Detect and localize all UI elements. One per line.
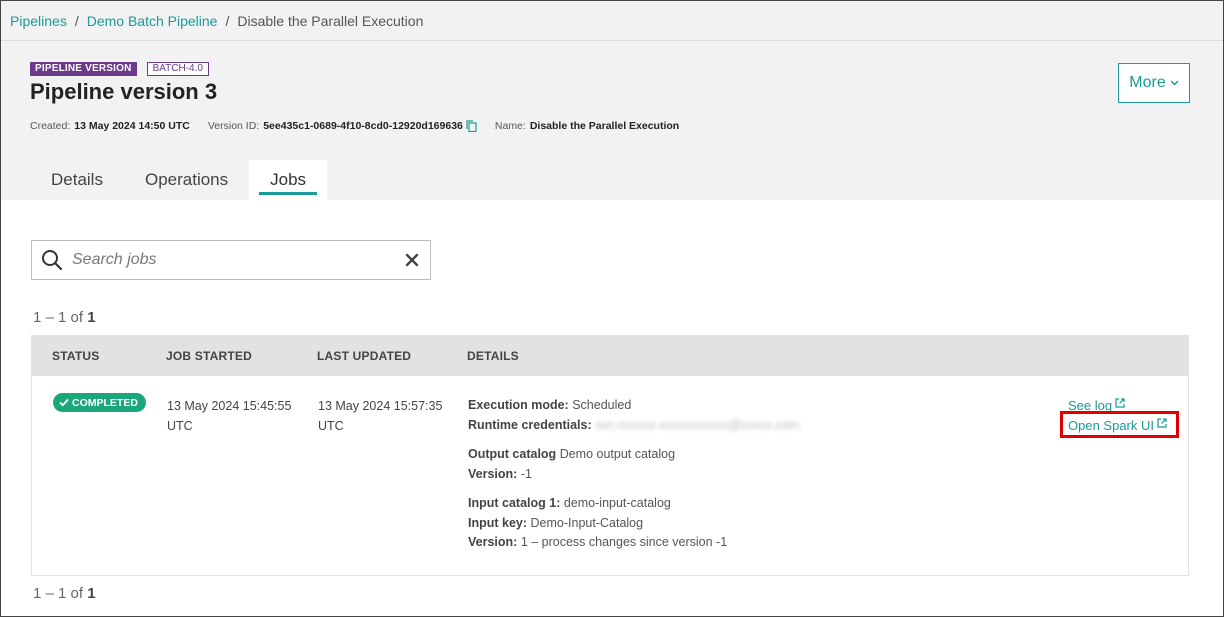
input-version-value: 1 – process changes since version -1 — [520, 535, 728, 549]
version-id-value: 5ee435c1-0689-4f10-8cd0-12920d169636 — [263, 120, 463, 132]
page-title: Pipeline version 3 — [30, 79, 218, 104]
search-box — [31, 240, 431, 280]
tab-bar: Details Operations Jobs — [30, 160, 328, 200]
column-header-job-started[interactable]: JOB STARTED — [166, 349, 252, 363]
external-link-icon — [1157, 418, 1167, 428]
see-log-label: See log — [1068, 398, 1113, 413]
breadcrumb-link-demo-batch-pipeline[interactable]: Demo Batch Pipeline — [87, 13, 218, 29]
copy-icon[interactable] — [466, 120, 477, 132]
see-log-link[interactable]: See log — [1068, 396, 1167, 416]
input-catalog-line: Input catalog 1: demo-input-catalog — [468, 494, 799, 514]
breadcrumb-separator: / — [225, 12, 230, 29]
pagination-summary-top: 1 – 1 of 1 — [33, 309, 96, 326]
input-version-label: Version: — [468, 535, 518, 549]
column-header-status[interactable]: STATUS — [52, 349, 99, 363]
pipeline-version-badge: PIPELINE VERSION — [30, 62, 137, 76]
batch-version-badge: BATCH-4.0 — [146, 62, 209, 76]
input-version-line: Version: 1 – process changes since versi… — [468, 533, 799, 553]
tab-details[interactable]: Details — [30, 160, 124, 200]
runtime-credentials-value: svc-xxxxxx-xxxxxxxxxxx@xxxxx.com — [595, 417, 800, 432]
tab-operations[interactable]: Operations — [124, 160, 249, 200]
output-version-line: Version: -1 — [468, 465, 799, 485]
created-label: Created: — [30, 120, 71, 132]
search-icon — [42, 250, 63, 271]
page-header: PIPELINE VERSION BATCH-4.0 Pipeline vers… — [1, 41, 1223, 200]
breadcrumb-link-pipelines[interactable]: Pipelines — [10, 13, 67, 29]
column-header-last-updated[interactable]: LAST UPDATED — [317, 349, 411, 363]
app-frame: Pipelines / Demo Batch Pipeline / Disabl… — [0, 0, 1224, 617]
status-badge: COMPLETED — [53, 393, 146, 412]
jobs-table-header: STATUS JOB STARTED LAST UPDATED DETAILS — [31, 335, 1189, 376]
pagination-total: 1 — [87, 309, 96, 326]
last-updated-cell: 13 May 2024 15:57:35 UTC — [318, 396, 442, 436]
status-label: COMPLETED — [72, 396, 138, 409]
open-spark-ui-link[interactable]: Open Spark UI — [1068, 416, 1167, 436]
last-updated-tz: UTC — [318, 419, 344, 433]
pagination-total: 1 — [87, 585, 96, 602]
input-catalog-value: demo-input-catalog — [563, 496, 671, 510]
execution-mode-label: Execution mode: — [468, 398, 569, 412]
job-started-tz: UTC — [167, 419, 193, 433]
execution-mode-line: Execution mode: Scheduled — [468, 396, 799, 416]
output-catalog-label: Output catalog — [468, 447, 557, 461]
tab-jobs[interactable]: Jobs — [249, 160, 328, 200]
pagination-summary-bottom: 1 – 1 of 1 — [33, 585, 96, 602]
output-catalog-line: Output catalog Demo output catalog — [468, 445, 799, 465]
execution-mode-value: Scheduled — [572, 398, 632, 412]
job-started-date: 13 May 2024 15:45:55 — [167, 399, 292, 413]
job-links: See log Open Spark UI — [1068, 396, 1167, 436]
output-catalog-value: Demo output catalog — [559, 447, 676, 461]
version-metadata: Created: 13 May 2024 14:50 UTC Version I… — [30, 120, 697, 132]
breadcrumb-current: Disable the Parallel Execution — [237, 12, 424, 29]
check-icon — [59, 398, 69, 407]
output-version-value: -1 — [520, 466, 532, 481]
table-row: COMPLETED 13 May 2024 15:45:55 UTC 13 Ma… — [31, 376, 1189, 576]
name-label: Name: — [494, 120, 526, 132]
created-meta: Created: 13 May 2024 14:50 UTC — [30, 120, 190, 132]
breadcrumb: Pipelines / Demo Batch Pipeline / Disabl… — [1, 1, 1223, 41]
pagination-range: 1 – 1 of — [33, 585, 88, 602]
job-details: Execution mode: Scheduled Runtime creden… — [468, 396, 799, 553]
runtime-credentials-label: Runtime credentials: — [468, 417, 592, 432]
last-updated-date: 13 May 2024 15:57:35 — [318, 399, 443, 413]
job-started-cell: 13 May 2024 15:45:55 UTC — [167, 396, 291, 436]
external-link-icon — [1115, 398, 1125, 408]
badge-group: PIPELINE VERSION BATCH-4.0 — [30, 62, 209, 76]
chevron-down-icon — [1170, 80, 1179, 86]
search-input[interactable] — [72, 241, 392, 279]
runtime-credentials-line: Runtime credentials: svc-xxxxxx-xxxxxxxx… — [468, 416, 799, 436]
column-header-details: DETAILS — [467, 349, 519, 363]
more-button-label: More — [1129, 74, 1166, 91]
open-spark-ui-label: Open Spark UI — [1068, 418, 1154, 433]
input-key-line: Input key: Demo-Input-Catalog — [468, 514, 799, 534]
name-value: Disable the Parallel Execution — [529, 120, 680, 132]
input-key-label: Input key: — [468, 515, 528, 530]
close-icon[interactable] — [405, 253, 419, 267]
input-key-value: Demo-Input-Catalog — [530, 515, 644, 530]
input-catalog-label: Input catalog 1: — [468, 496, 561, 510]
output-version-label: Version: — [468, 466, 518, 481]
version-id-label: Version ID: — [207, 120, 260, 132]
name-meta: Name: Disable the Parallel Execution — [495, 120, 679, 132]
pagination-range: 1 – 1 of — [33, 309, 88, 326]
created-value: 13 May 2024 14:50 UTC — [74, 120, 190, 132]
version-id-meta: Version ID: 5ee435c1-0689-4f10-8cd0-1292… — [208, 120, 477, 132]
more-button[interactable]: More — [1118, 63, 1190, 103]
breadcrumb-separator: / — [74, 12, 79, 29]
